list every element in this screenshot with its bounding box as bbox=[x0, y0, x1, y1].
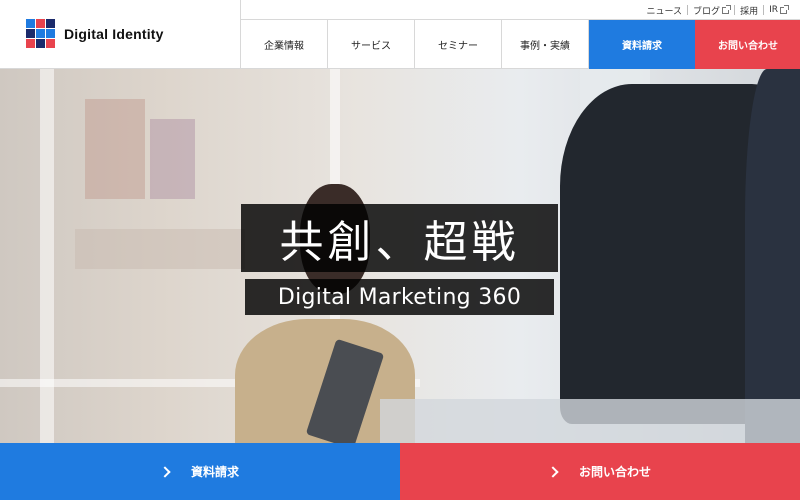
hero-building-reflection bbox=[85, 99, 145, 199]
nav-request-docs-button[interactable]: 資料請求 bbox=[589, 20, 695, 69]
nav-contact-button[interactable]: お問い合わせ bbox=[695, 20, 800, 69]
nav-item-services[interactable]: サービス bbox=[328, 20, 415, 69]
hero-headline: 共創、超戦 bbox=[279, 217, 520, 268]
bottom-contact-label: お問い合わせ bbox=[578, 465, 651, 479]
nav-item-seminars[interactable]: セミナー bbox=[415, 20, 502, 69]
nav-item-case-studies[interactable]: 事例・実績 bbox=[502, 20, 589, 69]
chevron-right-icon bbox=[547, 465, 559, 478]
logo-text: Digital Identity bbox=[64, 26, 164, 42]
utility-link-label: 採用 bbox=[740, 6, 759, 17]
logo-mark-icon bbox=[26, 19, 56, 49]
utility-link-recruit[interactable]: 採用 bbox=[735, 4, 763, 17]
nav-item-company[interactable]: 企業情報 bbox=[241, 20, 328, 69]
bottom-request-docs-button[interactable]: 資料請求 bbox=[0, 443, 400, 500]
hero-building-reflection bbox=[150, 119, 195, 199]
utility-nav: ニュース ブログ 採用 IR bbox=[641, 2, 792, 18]
hero-building-reflection bbox=[75, 229, 245, 269]
site-header: Digital Identity ニュース ブログ 採用 IR 企業情報 サービ… bbox=[0, 0, 800, 69]
external-link-icon bbox=[722, 4, 732, 14]
hero-subheadline-box: Digital Marketing 360 bbox=[245, 279, 554, 315]
hero-table bbox=[380, 399, 800, 443]
utility-link-blog[interactable]: ブログ bbox=[688, 4, 734, 17]
external-link-icon bbox=[780, 4, 789, 14]
utility-link-label: IR bbox=[769, 5, 778, 15]
utility-link-ir[interactable]: IR bbox=[764, 4, 792, 15]
hero-person-man-right bbox=[745, 69, 800, 443]
hero-banner: 共創、超戦 Digital Marketing 360 bbox=[0, 69, 800, 443]
chevron-right-icon bbox=[159, 465, 171, 478]
hero-headline-box: 共創、超戦 bbox=[241, 204, 558, 272]
bottom-request-docs-label: 資料請求 bbox=[190, 465, 239, 479]
logo[interactable]: Digital Identity bbox=[26, 19, 164, 49]
utility-link-news[interactable]: ニュース bbox=[641, 4, 687, 17]
utility-link-label: ニュース bbox=[646, 6, 683, 17]
bottom-cta-bar: 資料請求 お問い合わせ bbox=[0, 443, 800, 500]
bottom-contact-button[interactable]: お問い合わせ bbox=[400, 443, 800, 500]
main-nav: 企業情報 サービス セミナー 事例・実績 資料請求 お問い合わせ bbox=[241, 20, 800, 69]
hero-subheadline: Digital Marketing 360 bbox=[277, 284, 522, 310]
utility-link-label: ブログ bbox=[693, 6, 721, 17]
